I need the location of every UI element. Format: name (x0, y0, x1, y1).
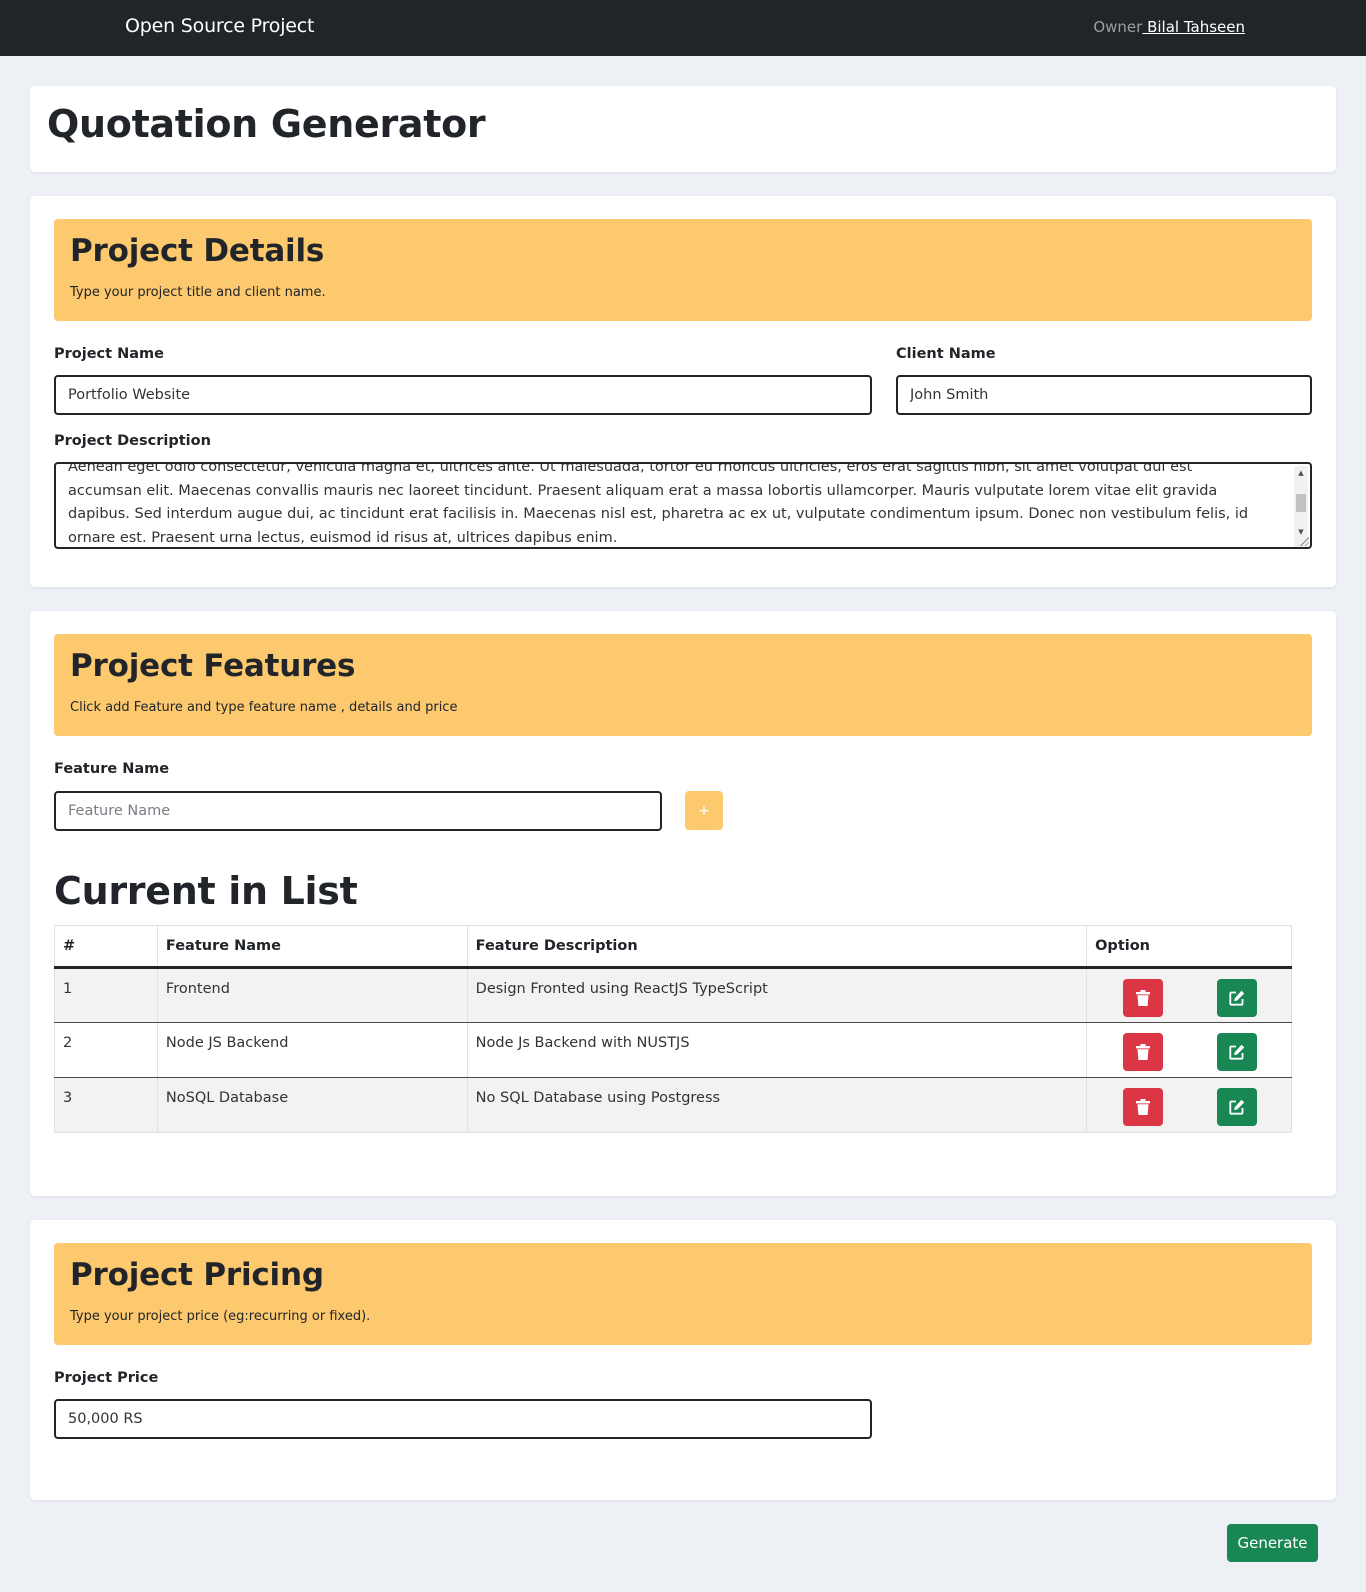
project-name-label: Project Name (54, 346, 164, 362)
owner-info: Owner Bilal Tahseen (1093, 18, 1245, 36)
edit-feature-button[interactable] (1217, 979, 1258, 1017)
title-card: Quotation Generator (30, 86, 1336, 172)
column-header-number: # (54, 925, 158, 969)
scroll-up-icon[interactable]: ▲ (1294, 466, 1308, 480)
project-details-heading: Project Details (70, 233, 325, 269)
edit-feature-button[interactable] (1217, 1033, 1258, 1071)
add-feature-button[interactable]: + (685, 791, 723, 830)
project-description-text: Aenean eget odio consectetur, vehicula m… (68, 462, 1249, 546)
project-features-header: Project Features Click add Feature and t… (54, 634, 1312, 736)
table-row: 2 Node JS Backend Node Js Backend with N… (54, 1022, 1292, 1078)
row-options (1086, 1022, 1292, 1078)
edit-icon (1229, 990, 1245, 1006)
row-feature-name: Node JS Backend (156, 1022, 468, 1078)
edit-icon (1229, 1044, 1245, 1060)
owner-link[interactable]: Bilal Tahseen (1142, 18, 1245, 36)
scrollbar-thumb[interactable] (1296, 494, 1306, 512)
resize-handle-icon[interactable] (1299, 536, 1309, 546)
table-row: 3 NoSQL Database No SQL Database using P… (54, 1077, 1292, 1133)
project-pricing-card: Project Pricing Type your project price … (30, 1220, 1336, 1500)
row-number: 1 (54, 967, 158, 1023)
row-feature-name: NoSQL Database (156, 1077, 468, 1133)
delete-feature-button[interactable] (1123, 1033, 1164, 1071)
navbar-brand[interactable]: Open Source Project (125, 15, 314, 37)
project-name-input[interactable] (54, 375, 872, 415)
row-number: 3 (54, 1077, 158, 1133)
table-header-row: # Feature Name Feature Description Optio… (54, 925, 1292, 969)
project-pricing-subtitle: Type your project price (eg:recurring or… (70, 1309, 371, 1324)
row-feature-description: Node Js Backend with NUSTJS (466, 1022, 1088, 1078)
row-feature-description: Design Fronted using ReactJS TypeScript (466, 967, 1088, 1023)
trash-icon (1136, 1099, 1151, 1115)
navbar: Open Source Project Owner Bilal Tahseen (0, 0, 1366, 56)
feature-name-label: Feature Name (54, 761, 170, 777)
client-name-label: Client Name (896, 346, 996, 362)
row-feature-description: No SQL Database using Postgress (466, 1077, 1088, 1133)
row-options (1086, 967, 1292, 1023)
trash-icon (1136, 1044, 1151, 1060)
project-pricing-header: Project Pricing Type your project price … (54, 1243, 1312, 1345)
row-options (1086, 1077, 1292, 1133)
client-name-input[interactable] (896, 375, 1312, 415)
project-features-subtitle: Click add Feature and type feature name … (70, 700, 458, 715)
row-number: 2 (54, 1022, 158, 1078)
project-price-label: Project Price (54, 1370, 159, 1386)
delete-feature-button[interactable] (1123, 979, 1164, 1017)
project-details-header: Project Details Type your project title … (54, 219, 1312, 321)
project-price-input[interactable] (54, 1399, 872, 1439)
trash-icon (1136, 990, 1151, 1006)
current-list-title: Current in List (54, 869, 358, 913)
delete-feature-button[interactable] (1123, 1088, 1164, 1126)
generate-button[interactable]: Generate (1227, 1524, 1318, 1562)
table-row: 1 Frontend Design Fronted using ReactJS … (54, 967, 1292, 1023)
owner-label: Owner (1093, 18, 1143, 36)
project-pricing-heading: Project Pricing (70, 1257, 324, 1293)
page-title: Quotation Generator (47, 102, 486, 146)
project-details-card: Project Details Type your project title … (30, 196, 1336, 587)
project-features-heading: Project Features (70, 648, 356, 684)
description-scrollbar[interactable]: ▲ ▼ (1294, 466, 1308, 547)
features-table: # Feature Name Feature Description Optio… (54, 925, 1292, 1133)
project-description-label: Project Description (54, 433, 211, 449)
edit-icon (1229, 1099, 1245, 1115)
row-feature-name: Frontend (156, 967, 468, 1023)
edit-feature-button[interactable] (1217, 1088, 1258, 1126)
column-header-feature-name: Feature Name (156, 925, 468, 969)
feature-name-input[interactable] (54, 791, 662, 831)
column-header-feature-description: Feature Description (466, 925, 1088, 969)
project-details-subtitle: Type your project title and client name. (70, 285, 326, 300)
project-description-textarea[interactable]: Aenean eget odio consectetur, vehicula m… (54, 462, 1312, 549)
project-features-card: Project Features Click add Feature and t… (30, 611, 1336, 1196)
column-header-option: Option (1086, 925, 1292, 969)
